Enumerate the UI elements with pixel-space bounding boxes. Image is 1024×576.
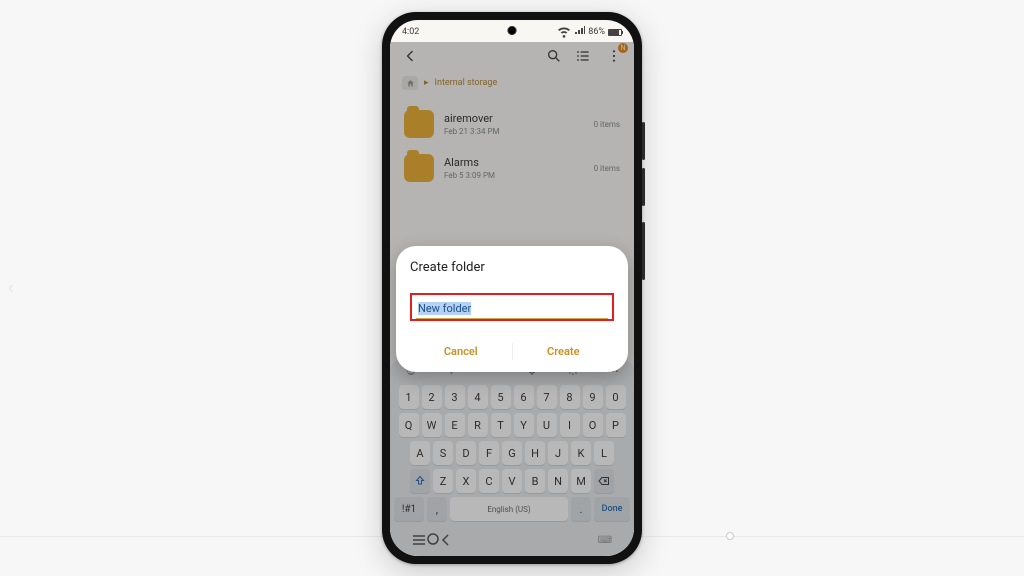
battery-pct: 86% xyxy=(588,27,605,37)
phone-frame: 4:02 86% xyxy=(382,12,642,564)
status-time: 4:02 xyxy=(402,27,419,37)
folder-name-input[interactable] xyxy=(416,299,608,319)
dialog-title: Create folder xyxy=(410,260,614,275)
create-folder-dialog: Create folder Cancel Create xyxy=(396,246,628,372)
dialog-field-highlight xyxy=(410,293,614,321)
cancel-button[interactable]: Cancel xyxy=(410,335,512,364)
wifi-icon xyxy=(556,23,572,42)
volume-up-button xyxy=(642,122,645,160)
power-button xyxy=(642,222,645,280)
create-button[interactable]: Create xyxy=(513,335,615,364)
page-prev-chevron: ‹ xyxy=(8,278,13,299)
volume-down-button xyxy=(642,168,645,206)
page-progress-handle[interactable] xyxy=(726,532,734,540)
signal-icon xyxy=(575,26,585,38)
front-camera xyxy=(508,26,517,35)
battery-icon xyxy=(608,29,622,36)
